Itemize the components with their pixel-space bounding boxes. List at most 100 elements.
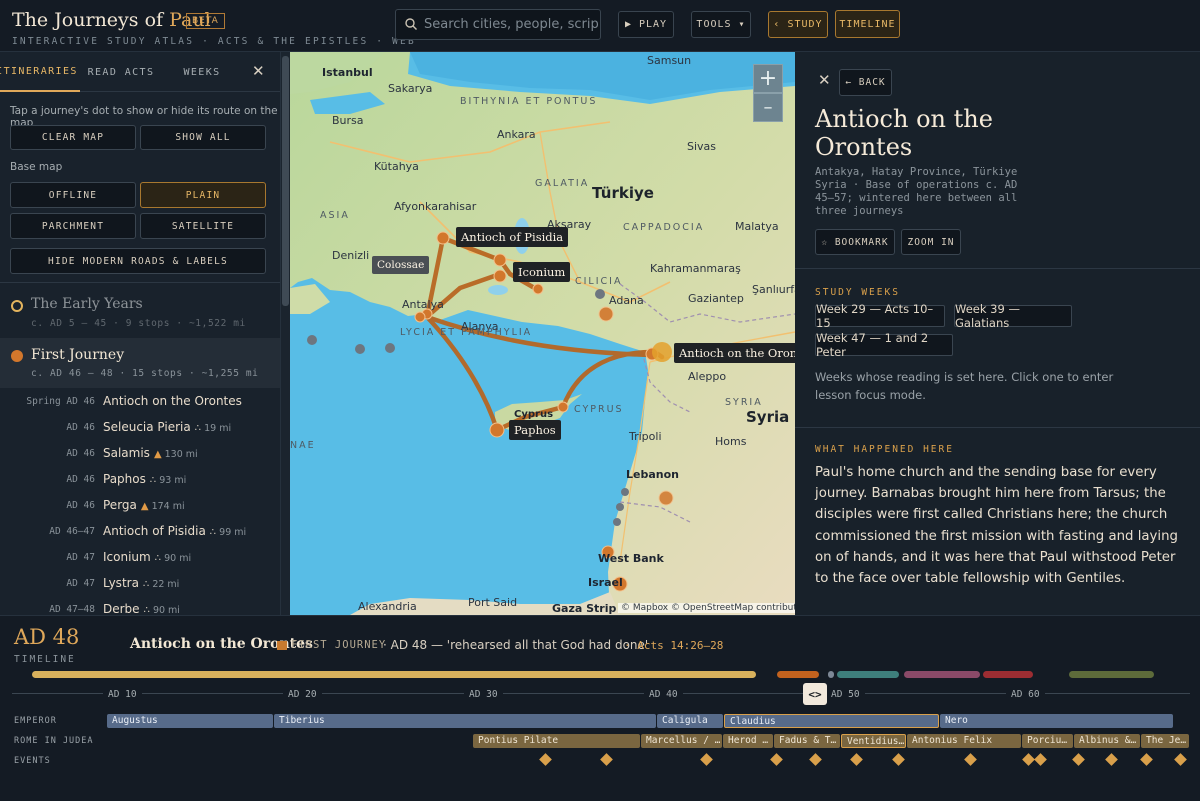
map-tag-iconium[interactable]: Iconium [513,262,571,282]
basemap-plain-button[interactable]: PLAIN [140,182,266,208]
emperor-bar[interactable]: Augustus [107,714,273,728]
governor-bar[interactable]: Antonius Felix [907,734,1021,748]
tools-button[interactable]: TOOLS ▾ [691,11,751,38]
map-tag-colossae[interactable]: Colossae [372,256,430,274]
journey-bar-rome[interactable] [1069,671,1154,678]
stop-item[interactable]: AD 47–48 Derbe ∴ 90 mi [0,598,280,615]
map-tag-paphos[interactable]: Paphos [509,420,561,440]
emperor-bar[interactable]: Caligula [657,714,723,728]
governor-bar[interactable]: Porciu… [1022,734,1073,748]
governor-bar[interactable]: Pontius Pilate [473,734,640,748]
journey-toggle-dot[interactable] [11,300,23,312]
timeline-scrubber-handle[interactable]: <> [803,683,827,705]
tab-itineraries[interactable]: ITINERARIES [0,52,80,92]
stop-item[interactable]: AD 46 Paphos ∴ 93 mi [0,468,280,494]
search-input[interactable] [424,10,598,39]
governor-bar[interactable]: Albinus &… [1074,734,1140,748]
clear-map-button[interactable]: CLEAR MAP [10,125,136,150]
timeline-event: · AD 48 — 'rehearsed all that God had do… [383,638,649,652]
what-happened-heading: WHAT HAPPENED HERE [815,444,954,455]
week-chip[interactable]: Week 47 — 1 and 2 Peter [815,331,953,359]
governor-bar[interactable]: The Je… [1141,734,1189,748]
stop-item[interactable]: AD 46 Seleucia Pieria ∴ 19 mi [0,416,280,442]
show-all-button[interactable]: SHOW ALL [140,125,266,150]
stop-item[interactable]: Spring AD 46 Antioch on the Orontes [0,390,280,416]
map-basemap [290,52,795,615]
stop-place: Lystra ∴ 22 mi [103,576,179,590]
study-button[interactable]: ‹ STUDY [768,11,828,38]
study-weeks-heading: STUDY WEEKS [815,287,900,298]
stop-place-name: Salamis [103,446,150,460]
stop-item[interactable]: AD 46 Perga ▲ 174 mi [0,494,280,520]
emperor-bar[interactable]: Tiberius [274,714,656,728]
weeks-note: Weeks whose reading is set here. Click o… [815,370,1114,402]
map-tag-antioch-orontes[interactable]: Antioch on the Orontes [674,343,795,363]
close-detail-icon[interactable]: ✕ [818,71,831,89]
basemap-parchment-button[interactable]: PARCHMENT [10,213,136,239]
back-button[interactable]: ← BACK [839,69,892,96]
map-label-adana: Adana [609,294,644,307]
stop-item[interactable]: AD 46–47 Antioch of Pisidia ∴ 99 mi [0,520,280,546]
journey-bar-third[interactable] [904,671,980,678]
journey-bar-first[interactable] [777,671,819,678]
stop-place: Derbe ∴ 90 mi [103,602,180,615]
basemap-satellite-button[interactable]: SATELLITE [140,213,266,239]
map-tag-antioch-pisidia[interactable]: Antioch of Pisidia [456,227,569,247]
map-label-westbank: West Bank [598,552,664,565]
map-zoom-out-button[interactable]: – [753,93,783,122]
week-chip[interactable]: Week 29 — Acts 10–15 [815,302,945,330]
stop-date: Spring AD 46 [26,396,95,407]
map-label-cappadocia: CAPPADOCIA [623,222,705,233]
timeline-tick: AD 40 [644,689,683,700]
governor-bar[interactable]: Ventidius… [841,734,906,748]
governor-bar[interactable]: Marcellus / … [641,734,722,748]
map-label-bursa: Bursa [332,114,364,127]
map-label-denizli: Denizli [332,249,370,262]
stop-item[interactable]: AD 47 Iconium ∴ 90 mi [0,546,280,572]
stop-distance: 130 mi [164,449,198,460]
stop-date: AD 46 [66,474,95,485]
stop-item[interactable]: AD 46 Salamis ▲ 130 mi [0,442,280,468]
journey-first[interactable]: First Journey c. AD 46 – 48 · 15 stops ·… [0,338,280,388]
stop-place-name: Seleucia Pieria [103,420,191,434]
walk-icon: ∴ [209,527,217,538]
governor-bar[interactable]: Herod … [723,734,773,748]
map-label-sakarya: Sakarya [388,82,433,95]
governor-bar[interactable]: Fadus & T… [774,734,840,748]
zoom-in-button[interactable]: ZOOM IN [901,229,961,255]
tab-weeks[interactable]: WEEKS [170,52,234,92]
map-label-istanbul: Istanbul [322,66,373,79]
map-label-aleppo: Aleppo [688,370,727,383]
stop-item[interactable]: AD 47 Lystra ∴ 22 mi [0,572,280,598]
emperor-bar[interactable]: Claudius [724,714,939,728]
emperor-bar[interactable]: Nero [940,714,1173,728]
timeline-scripture-ref[interactable]: · Acts 14:26–28 [624,639,723,652]
search-box[interactable] [395,9,601,40]
journey-bar-second[interactable] [837,671,899,678]
journey-bar-early-years[interactable] [32,671,756,678]
map-zoom-in-button[interactable]: + [753,64,783,93]
hide-roads-button[interactable]: HIDE MODERN ROADS & LABELS [10,248,266,274]
journey-name: First Journey [31,347,125,363]
bookmark-button[interactable]: ☆ BOOKMARK [815,229,895,255]
journey-bar-arrest[interactable] [983,671,1033,678]
scrollbar-thumb[interactable] [282,56,289,306]
stop-place: Antioch of Pisidia ∴ 99 mi [103,524,246,538]
panel-tabs: ITINERARIES READ ACTS WEEKS ✕ [0,52,280,92]
basemap-offline-button[interactable]: OFFLINE [10,182,136,208]
journey-toggle-dot[interactable] [11,350,23,362]
timeline-button[interactable]: TIMELINE [835,10,900,38]
ship-icon: ▲ [140,501,149,512]
map-label-lebanon: Lebanon [626,468,679,481]
journey-early-years[interactable]: The Early Years c. AD 5 – 45 · 9 stops ·… [0,288,280,338]
tab-read-acts[interactable]: READ ACTS [84,52,158,92]
journey-bar-interlude[interactable] [828,671,834,678]
play-button[interactable]: ▶ PLAY [618,11,674,38]
close-panel-icon[interactable]: ✕ [252,62,265,80]
map-canvas[interactable]: Istanbul Sakarya BITHYNIA ET PONTUS Sams… [290,52,795,615]
walk-icon: ∴ [154,553,162,564]
stop-place-name: Paphos [103,472,146,486]
divider [0,282,280,283]
map-label-asia: ASIA [320,210,350,221]
week-chip[interactable]: Week 39 — Galatians [954,302,1072,330]
